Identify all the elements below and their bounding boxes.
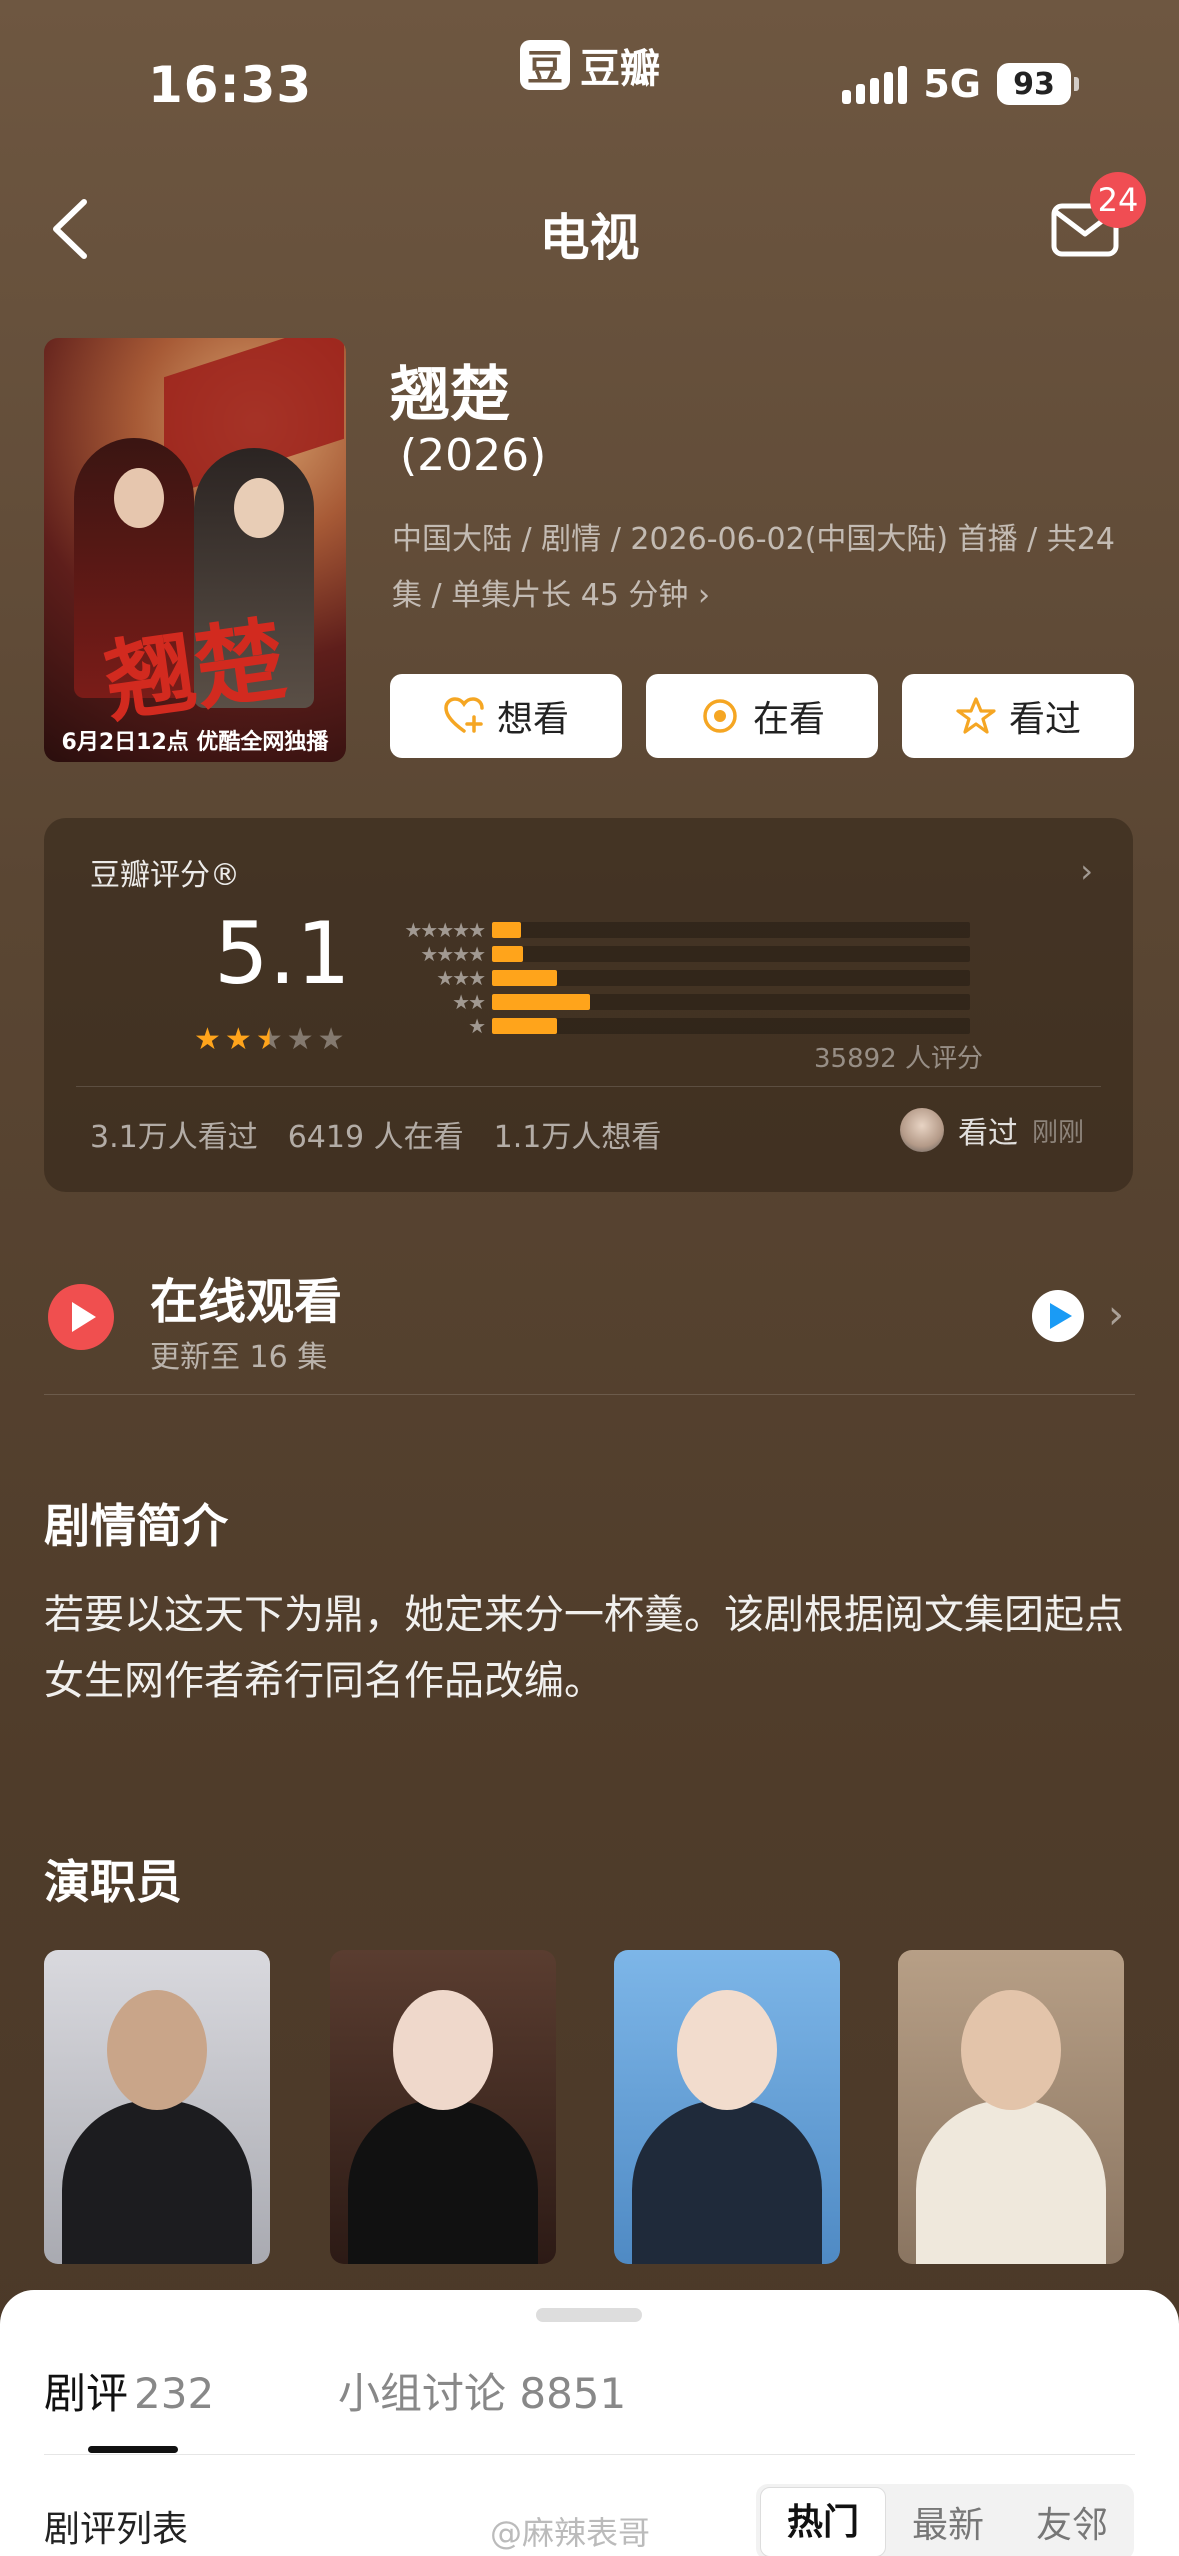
rating-stats: 3.1万人看过 6419 人在看 1.1万人想看 (90, 1112, 661, 1156)
watching-label: 在看 (752, 699, 825, 740)
heart-plus-icon (443, 695, 485, 737)
tab-reviews[interactable]: 剧评 232 (44, 2360, 214, 2421)
sort-latest[interactable]: 最新 (886, 2496, 1010, 2548)
sort-friends[interactable]: 友邻 (1010, 2496, 1134, 2548)
want-to-watch-label: 想看 (496, 699, 569, 740)
star-filled-icon: ★ (224, 1022, 252, 1057)
star-icon (955, 695, 997, 737)
histogram-row-3: ★★★ (384, 966, 970, 990)
review-list-title: 剧评列表 (44, 2509, 189, 2550)
histogram-stars: ★★ (452, 990, 486, 1014)
network-type: 5G (923, 62, 981, 106)
chevron-right-icon[interactable]: › (1108, 1292, 1124, 1338)
drag-handle[interactable] (536, 2308, 642, 2322)
avatar (900, 1108, 944, 1152)
rating-stars: ★ ★ ★ ★ ★ (194, 1022, 345, 1057)
poster-image[interactable]: 翘楚 6月2日12点 优酷全网独播 (44, 338, 346, 762)
rating-score: 5.1 (214, 904, 351, 1004)
cast-heading: 演职员 (44, 1855, 182, 1909)
show-title: 翘楚 (390, 360, 510, 430)
status-indicators: 5G 93 (842, 62, 1079, 106)
sort-segmented-control: 热门 最新 友邻 (756, 2484, 1134, 2556)
circle-dot-icon (699, 695, 741, 737)
rating-label: 豆瓣评分® (90, 858, 240, 893)
friend-watched[interactable]: 看过 刚刚 (900, 1108, 1084, 1152)
histogram-stars: ★★★★ (420, 942, 486, 966)
tab-reviews-count: 232 (134, 2369, 215, 2418)
histogram-bar (492, 970, 557, 986)
youku-logo-icon[interactable] (1032, 1290, 1084, 1342)
tab-reviews-label: 剧评 (44, 2369, 129, 2418)
synopsis-heading: 剧情简介 (44, 1499, 228, 1553)
battery-icon: 93 (997, 63, 1079, 105)
rating-card[interactable]: 豆瓣评分® › 5.1 ★ ★ ★ ★ ★ ★★★★★ ★★★★ ★★★ ★★ … (44, 818, 1133, 1192)
online-watch-subtitle: 更新至 16 集 (150, 1340, 328, 1375)
friend-watched-label: 看过 (958, 1116, 1018, 1151)
synopsis-text[interactable]: 若要以这天下为鼎，她定来分一杯羹。该剧根据阅文集团起点女生网作者希行同名作品改编… (44, 1582, 1144, 1714)
rating-histogram: ★★★★★ ★★★★ ★★★ ★★ ★ (384, 918, 970, 1038)
watched-button[interactable]: 看过 (902, 674, 1134, 758)
mail-badge: 24 (1090, 172, 1146, 228)
show-meta[interactable]: 中国大陆 / 剧情 / 2026-06-02(中国大陆) 首播 / 共24集 /… (392, 512, 1140, 624)
chevron-right-icon[interactable]: › (1080, 852, 1093, 890)
watermark: @麻辣表哥 (490, 2514, 651, 2552)
histogram-bar (492, 922, 521, 938)
cast-photo[interactable] (330, 1950, 556, 2264)
battery-level: 93 (997, 63, 1071, 105)
reviews-sheet: 剧评 232 小组讨论 8851 剧评列表 @麻辣表哥 热门 最新 友邻 (0, 2290, 1179, 2556)
watched-count[interactable]: 3.1万人看过 (90, 1112, 258, 1156)
histogram-stars: ★ (468, 1014, 486, 1038)
star-empty-icon: ★ (317, 1022, 345, 1057)
cast-photo[interactable] (44, 1950, 270, 2264)
histogram-row-1: ★ (384, 1014, 970, 1038)
histogram-stars: ★★★★★ (404, 918, 486, 942)
histogram-row-5: ★★★★★ (384, 918, 970, 942)
want-to-watch-button[interactable]: 想看 (390, 674, 622, 758)
watched-label: 看过 (1008, 699, 1081, 740)
status-time: 16:33 (148, 56, 313, 114)
page-title: 电视 (539, 209, 640, 267)
star-half-icon: ★ (255, 1022, 283, 1057)
histogram-row-4: ★★★★ (384, 942, 970, 966)
watching-count[interactable]: 6419 人在看 (288, 1112, 464, 1156)
signal-icon (842, 64, 908, 104)
rating-count: 35892 人评分 (814, 1044, 983, 1074)
tab-group-discussion[interactable]: 小组讨论 8851 (338, 2360, 626, 2421)
cast-photo[interactable] (898, 1950, 1124, 2264)
histogram-bar (492, 946, 524, 962)
star-empty-icon: ★ (286, 1022, 314, 1057)
cast-photo[interactable] (614, 1950, 840, 2264)
poster-caption: 6月2日12点 优酷全网独播 (61, 730, 329, 755)
status-app-indicator: 豆 豆瓣 (520, 36, 660, 94)
friend-watched-time: 刚刚 (1032, 1117, 1085, 1148)
histogram-bar (492, 1018, 557, 1034)
show-year: (2026) (400, 430, 547, 481)
histogram-row-2: ★★ (384, 990, 970, 1014)
watching-button[interactable]: 在看 (646, 674, 878, 758)
histogram-stars: ★★★ (436, 966, 486, 990)
sort-hot[interactable]: 热门 (760, 2487, 886, 2556)
divider (44, 1394, 1135, 1395)
divider (44, 2454, 1135, 2455)
tab-indicator (88, 2446, 178, 2453)
douban-logo-icon: 豆 (520, 40, 570, 90)
play-icon[interactable] (48, 1284, 114, 1350)
star-filled-icon: ★ (194, 1022, 221, 1057)
histogram-bar (492, 994, 590, 1010)
online-watch-title[interactable]: 在线观看 (150, 1262, 342, 1332)
poster-logo-text: 翘楚 (98, 605, 292, 736)
status-app-name: 豆瓣 (580, 46, 660, 92)
want-count[interactable]: 1.1万人想看 (494, 1112, 662, 1156)
divider (76, 1086, 1101, 1087)
